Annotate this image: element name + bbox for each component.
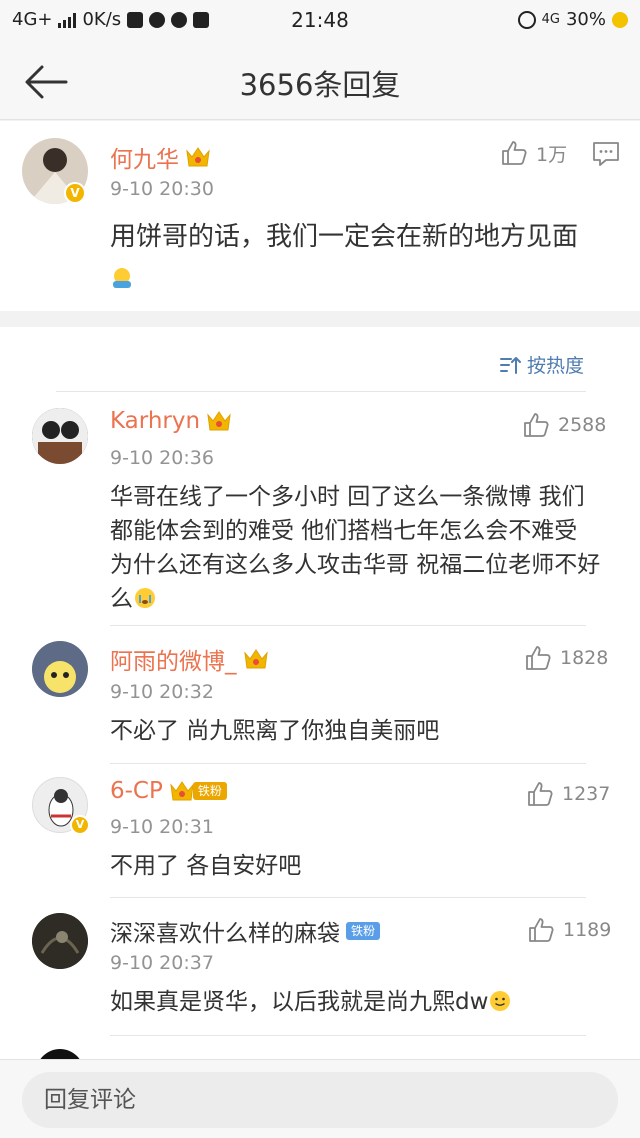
bottom-bar: 回复评论 bbox=[0, 1059, 640, 1138]
divider bbox=[110, 897, 586, 898]
username[interactable]: 6-CP 铁粉 bbox=[110, 778, 227, 804]
username-text: 6-CP bbox=[110, 778, 163, 804]
comment-text-content: 华哥在线了一个多小时 回了这么一条微博 我们都能体会到的难受 他们搭档七年怎么会… bbox=[110, 484, 601, 612]
like-count: 2588 bbox=[558, 414, 607, 436]
like-count: 1万 bbox=[536, 143, 568, 166]
thumbs-up-icon bbox=[528, 782, 553, 806]
username-text: 阿雨的微博_ bbox=[110, 649, 237, 675]
comment-time: 9-10 20:37 bbox=[110, 952, 214, 974]
comment-text: 华哥在线了一个多小时 回了这么一条微博 我们都能体会到的难受 他们搭档七年怎么会… bbox=[110, 480, 604, 616]
username-text: Karhryn bbox=[110, 408, 201, 434]
status-bar: 4G+ 0K/s 21:48 4G 30% bbox=[0, 0, 640, 42]
comment-text: 如果真是贤华，以后我就是尚九熙dw bbox=[110, 985, 604, 1019]
reply-list: 按热度 Karhryn 9-10 20:36 2588 华哥在线了一个多小时 回… bbox=[0, 327, 640, 1059]
comment-text-content: 如果真是贤华，以后我就是尚九熙dw bbox=[110, 989, 489, 1015]
status-right: 4G 30% bbox=[517, 9, 628, 30]
like-count: 1828 bbox=[560, 647, 609, 669]
comment-time: 9-10 20:32 bbox=[110, 681, 214, 703]
thumbs-up-icon bbox=[502, 141, 527, 165]
crown-icon bbox=[186, 147, 210, 167]
avatar[interactable] bbox=[32, 641, 88, 697]
battery-percent: 30% bbox=[565, 9, 606, 30]
emoji-hug-icon bbox=[113, 268, 131, 288]
avatar[interactable] bbox=[32, 408, 88, 464]
comment-time: 9-10 20:31 bbox=[110, 816, 214, 838]
like-button[interactable]: 1237 bbox=[526, 780, 610, 808]
crown-icon bbox=[243, 649, 268, 669]
comment-button[interactable] bbox=[592, 141, 620, 171]
like-button[interactable]: 2588 bbox=[522, 411, 606, 439]
like-count: 1189 bbox=[563, 919, 612, 941]
divider bbox=[110, 763, 586, 764]
emoji-cry-icon bbox=[135, 588, 155, 608]
username-text: 何九华 bbox=[110, 147, 179, 173]
like-button[interactable]: 1万 bbox=[500, 139, 567, 167]
emoji-smile-icon bbox=[490, 991, 511, 1011]
net-type-right: 4G bbox=[541, 12, 560, 27]
verified-badge-icon: V bbox=[64, 182, 86, 204]
username[interactable]: 阿雨的微博_ bbox=[110, 642, 269, 676]
page-title: 3656条回复 bbox=[239, 68, 401, 102]
comment-time: 9-10 20:36 bbox=[110, 447, 214, 469]
username[interactable]: 何九华 bbox=[110, 140, 211, 174]
comment-text: 用饼哥的话，我们一定会在新的地方见面 bbox=[110, 217, 610, 299]
sort-button[interactable]: 按热度 bbox=[499, 351, 584, 378]
like-count: 1237 bbox=[562, 783, 611, 805]
verified-badge-icon: V bbox=[70, 815, 90, 835]
crown-icon bbox=[170, 781, 194, 801]
username-text: 深深喜欢什么样的麻袋 bbox=[110, 921, 340, 947]
reply-input[interactable]: 回复评论 bbox=[22, 1072, 618, 1128]
charging-icon bbox=[612, 11, 628, 28]
divider bbox=[56, 391, 586, 392]
thumbs-up-icon bbox=[529, 918, 554, 942]
comment-text-content: 用饼哥的话，我们一定会在新的地方见面 bbox=[110, 222, 579, 252]
like-button[interactable]: 1189 bbox=[527, 916, 611, 944]
comment-text: 不用了 各自安好吧 bbox=[110, 853, 302, 879]
thumbs-up-icon bbox=[524, 413, 549, 437]
crown-icon bbox=[207, 411, 231, 431]
username[interactable]: Karhryn bbox=[110, 408, 232, 434]
alarm-icon bbox=[517, 10, 536, 29]
comment-text: 不必了 尚九熙离了你独自美丽吧 bbox=[110, 718, 440, 744]
comment-time: 9-10 20:30 bbox=[110, 178, 214, 200]
avatar[interactable] bbox=[36, 1049, 84, 1059]
nav-bar: 3656条回复 bbox=[0, 42, 640, 120]
divider bbox=[110, 625, 586, 626]
thumbs-up-icon bbox=[526, 646, 551, 670]
fan-badge: 铁粉 bbox=[192, 782, 227, 800]
sort-icon bbox=[499, 356, 521, 374]
fan-badge: 铁粉 bbox=[346, 922, 381, 940]
root-comment: V 何九华 9-10 20:30 1万 用饼哥的话，我们一定会在新的地方见面 bbox=[0, 121, 640, 311]
avatar[interactable] bbox=[32, 913, 88, 969]
section-gap bbox=[0, 311, 640, 327]
like-button[interactable]: 1828 bbox=[524, 644, 608, 672]
username[interactable]: 深深喜欢什么样的麻袋 铁粉 bbox=[110, 914, 381, 948]
sort-row: 按热度 bbox=[0, 327, 640, 391]
sort-label: 按热度 bbox=[526, 355, 584, 377]
divider bbox=[110, 1035, 586, 1036]
comment-icon bbox=[593, 142, 619, 166]
